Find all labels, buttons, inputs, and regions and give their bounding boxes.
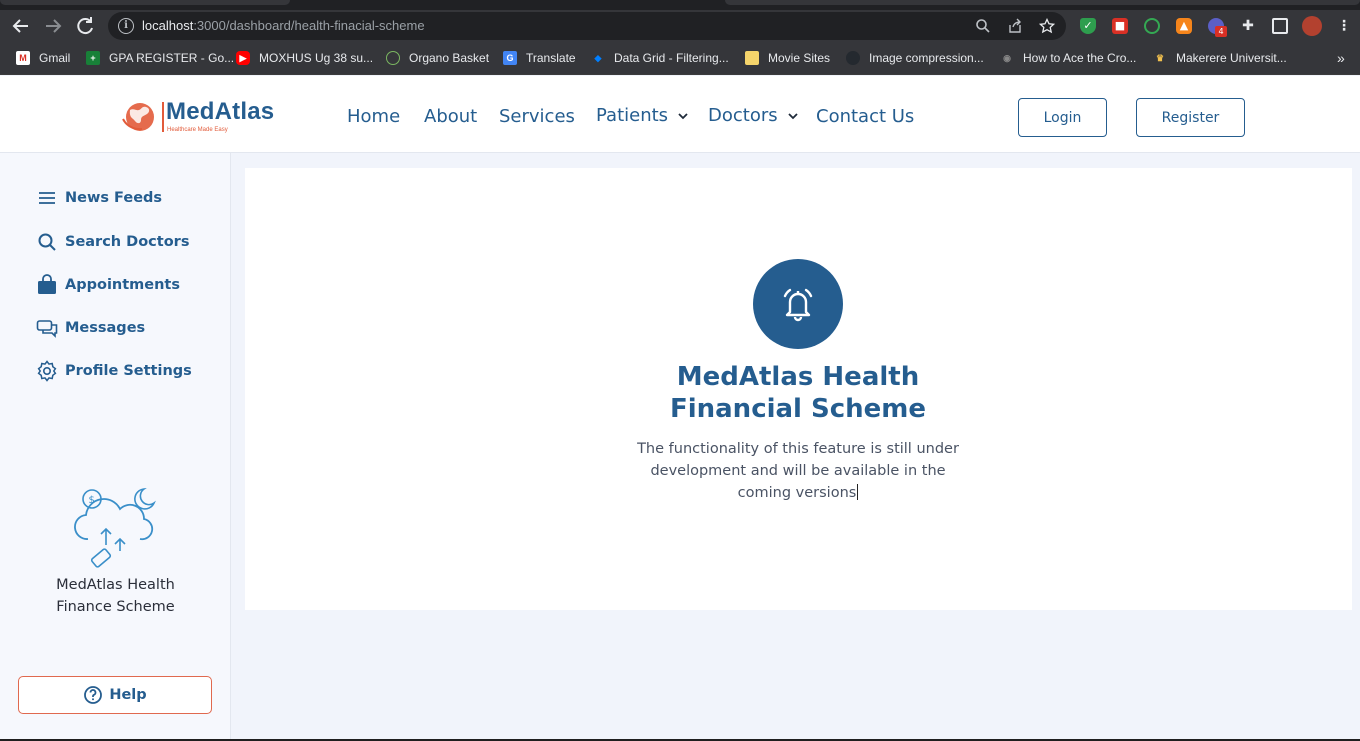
shield-extension-icon[interactable]: ✓ xyxy=(1080,18,1096,34)
puzzle-icon[interactable]: ✚ xyxy=(1240,18,1256,34)
feature-description: The functionality of this feature is sti… xyxy=(623,438,973,504)
bookmark-star-icon[interactable] xyxy=(1038,17,1056,34)
makerere-icon: ♛ xyxy=(1155,53,1165,63)
description-line: coming versions xyxy=(623,482,973,504)
sidebar-item-label: Profile Settings xyxy=(65,363,192,379)
login-button[interactable]: Login xyxy=(1018,98,1107,137)
address-bar[interactable]: i localhost:3000/dashboard/health-finaci… xyxy=(108,12,1066,40)
sidebar-item-search-doctors[interactable]: Search Doctors xyxy=(36,230,189,254)
nav-home[interactable]: Home xyxy=(347,106,400,127)
finance-scheme-caption[interactable]: MedAtlas Health Finance Scheme xyxy=(0,574,231,618)
forward-icon[interactable] xyxy=(41,14,65,38)
text-cursor xyxy=(857,484,859,500)
youtube-icon: ▶ xyxy=(236,51,250,65)
nav-doctors[interactable]: Doctors xyxy=(708,105,798,126)
chevron-down-icon xyxy=(787,112,798,119)
title-line: Financial Scheme xyxy=(669,394,927,424)
nav-doctors-label: Doctors xyxy=(708,105,778,126)
chat-icon xyxy=(36,320,58,338)
sidebar-item-label: Messages xyxy=(65,320,146,336)
help-icon xyxy=(84,686,103,704)
title-line: MedAtlas Health xyxy=(676,362,920,392)
mui-icon: ◆ xyxy=(594,53,602,63)
sidebar-item-label: Search Doctors xyxy=(65,234,190,250)
bookmark-organo-basket[interactable]: Organo Basket xyxy=(386,50,489,66)
brand-name: MedAtlas xyxy=(166,98,275,125)
browser-tab-edge xyxy=(0,0,290,5)
caption-line: Finance Scheme xyxy=(56,599,175,615)
browser-toolbar: i localhost:3000/dashboard/health-finaci… xyxy=(0,10,1360,42)
page-title: MedAtlas Health Financial Scheme xyxy=(598,361,998,425)
bookmark-movie-sites[interactable]: Movie Sites xyxy=(745,50,830,66)
gear-icon xyxy=(37,360,57,382)
reload-icon[interactable] xyxy=(73,14,97,38)
browser-tab-strip xyxy=(0,0,1360,10)
folder-icon xyxy=(745,51,759,65)
side-panel-icon[interactable] xyxy=(1272,18,1288,34)
profile-avatar[interactable] xyxy=(1302,16,1322,36)
nav-patients-label: Patients xyxy=(596,105,669,126)
nav-about[interactable]: About xyxy=(424,106,477,127)
help-button[interactable]: Help xyxy=(18,676,212,714)
share-icon[interactable] xyxy=(1007,18,1023,34)
bookmarks-bar: M Gmail + GPA REGISTER - Go... ▶ MOXHUS Ug … xyxy=(0,42,1360,75)
github-icon xyxy=(846,51,860,65)
extension-icon[interactable]: ■ xyxy=(1112,18,1128,34)
menu-icon xyxy=(39,192,55,204)
chevron-down-icon xyxy=(678,112,688,119)
url-text[interactable]: localhost:3000/dashboard/health-finacial… xyxy=(142,18,425,33)
feature-card: MedAtlas Health Financial Scheme The fun… xyxy=(245,168,1352,610)
site-info-icon[interactable]: i xyxy=(118,18,134,34)
nav-contact[interactable]: Contact Us xyxy=(816,106,914,127)
bell-icon xyxy=(783,288,813,322)
organo-icon xyxy=(386,51,400,65)
gmail-icon: M xyxy=(16,51,30,65)
brand-divider xyxy=(162,102,164,132)
translate-icon: G xyxy=(503,51,517,65)
metamask-icon[interactable]: ▲ xyxy=(1176,18,1192,34)
sidebar-item-profile-settings[interactable]: Profile Settings xyxy=(36,359,192,383)
description-line: The functionality of this feature is sti… xyxy=(637,441,959,457)
bag-icon xyxy=(38,274,56,294)
more-icon[interactable]: ⋮ xyxy=(1336,18,1352,34)
browser-tab-edge xyxy=(725,0,1360,5)
zoom-icon[interactable] xyxy=(975,18,991,34)
globe-logo-icon xyxy=(122,103,154,131)
extension-badge: 4 xyxy=(1215,26,1227,37)
bookmark-makerere[interactable]: ♛ Makerere Universit... xyxy=(1153,50,1287,66)
description-text: coming versions xyxy=(737,485,857,501)
sidebar: News Feeds Search Doctors Appointments M… xyxy=(0,153,231,741)
cloud-finance-illustration: $ xyxy=(74,487,156,568)
site-header: MedAtlas Healthcare Made Easy Home About… xyxy=(0,76,1360,153)
bookmark-data-grid[interactable]: ◆ Data Grid - Filtering... xyxy=(591,50,729,66)
description-line: development and will be available in the xyxy=(650,463,946,479)
sidebar-item-label: News Feeds xyxy=(65,190,163,206)
extension-icon[interactable] xyxy=(1144,18,1160,34)
bookmark-gmail[interactable]: M Gmail xyxy=(16,50,70,66)
brand-tagline: Healthcare Made Easy xyxy=(167,127,228,133)
caption-line: MedAtlas Health xyxy=(56,577,175,593)
help-label: Help xyxy=(109,687,147,703)
sidebar-item-label: Appointments xyxy=(65,277,180,293)
register-button[interactable]: Register xyxy=(1136,98,1245,137)
bookmark-gpa-register[interactable]: + GPA REGISTER - Go... xyxy=(86,50,234,66)
eye-icon: ◉ xyxy=(1003,53,1011,63)
back-icon[interactable] xyxy=(9,14,33,38)
bookmark-translate[interactable]: G Translate xyxy=(503,50,576,66)
bell-icon-badge xyxy=(753,259,843,349)
search-icon xyxy=(38,233,56,251)
nav-services[interactable]: Services xyxy=(499,106,575,127)
sidebar-item-news-feeds[interactable]: News Feeds xyxy=(36,186,162,210)
bookmark-image-compression[interactable]: Image compression... xyxy=(846,50,984,66)
svg-text:$: $ xyxy=(89,495,95,506)
nav-patients[interactable]: Patients xyxy=(596,105,688,126)
sheets-icon: + xyxy=(86,51,100,65)
bookmark-how-to-ace[interactable]: ◉ How to Ace the Cro... xyxy=(1000,50,1136,66)
extension-icon[interactable]: 4 xyxy=(1208,18,1227,37)
bookmarks-overflow[interactable]: » xyxy=(1337,50,1345,66)
brand-logo[interactable]: MedAtlas Healthcare Made Easy xyxy=(120,98,290,136)
sidebar-item-appointments[interactable]: Appointments xyxy=(36,273,180,297)
bookmark-moxhus[interactable]: ▶ MOXHUS Ug 38 su... xyxy=(236,50,373,66)
sidebar-item-messages[interactable]: Messages xyxy=(36,316,145,340)
